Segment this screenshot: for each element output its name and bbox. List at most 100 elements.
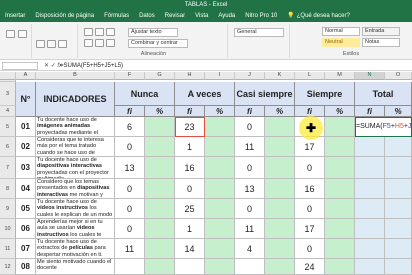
align-bottom-button[interactable] <box>106 28 115 36</box>
indicator-text-cell[interactable]: Considero que los temas presentados en d… <box>36 179 115 199</box>
align-left-button[interactable] <box>84 39 93 47</box>
tab-nitro[interactable]: Nitro Pro 10 <box>240 10 282 22</box>
casi-siempre-fi-cell[interactable]: 13 <box>235 179 265 199</box>
row-header-10[interactable]: 10 <box>0 219 16 239</box>
siempre-pct-cell[interactable] <box>325 117 355 137</box>
row-header-7[interactable]: 7 <box>0 157 16 179</box>
siempre-fi-cell[interactable]: 0 <box>295 239 325 259</box>
name-box[interactable] <box>2 62 38 70</box>
align-middle-button[interactable] <box>95 28 104 36</box>
indicator-text-cell[interactable]: Tu docente hace uso de videos instructiv… <box>36 199 115 219</box>
casi-siempre-pct-cell[interactable] <box>265 239 295 259</box>
a-veces-fi-cell[interactable]: 25 <box>175 199 205 219</box>
bold-button[interactable] <box>36 40 45 48</box>
number-format-select[interactable]: General <box>234 28 284 37</box>
casi-siempre-pct-cell[interactable] <box>265 259 295 275</box>
row-number-cell[interactable]: 02 <box>16 137 36 157</box>
row-number-cell[interactable]: 03 <box>16 157 36 179</box>
a-veces-fi-cell[interactable]: 23 <box>175 117 205 137</box>
nunca-pct-cell[interactable] <box>145 117 175 137</box>
casi-siempre-pct-cell[interactable] <box>265 137 295 157</box>
formula-input[interactable]: =SUMA(F5+H5+J5+L5) <box>60 62 123 70</box>
siempre-fi-cell[interactable]: 16 <box>295 179 325 199</box>
style-neutral[interactable]: Neutral <box>322 38 360 47</box>
casi-siempre-fi-cell[interactable]: 0 <box>235 157 265 179</box>
row-number-cell[interactable]: 05 <box>16 199 36 219</box>
row-header-4[interactable]: 4 <box>0 106 16 117</box>
nunca-pct-cell[interactable] <box>145 157 175 179</box>
siempre-pct-cell[interactable] <box>325 259 355 275</box>
row-number-cell[interactable]: 06 <box>16 219 36 239</box>
tab-datos[interactable]: Datos <box>134 10 160 22</box>
column-header-j[interactable]: J <box>235 72 265 80</box>
style-entry[interactable]: Entrada <box>362 27 400 36</box>
nunca-pct-cell[interactable] <box>145 179 175 199</box>
indicator-text-cell[interactable]: Me siento motivado cuando el docente <box>36 259 115 275</box>
tab-vista[interactable]: Vista <box>190 10 213 22</box>
row-header-5[interactable]: 5 <box>0 117 16 137</box>
column-header-l[interactable]: L <box>295 72 325 80</box>
casi-siempre-pct-cell[interactable] <box>265 179 295 199</box>
column-header-h[interactable]: H <box>175 72 205 80</box>
tab-disposicion[interactable]: Disposición de página <box>30 10 99 22</box>
siempre-pct-cell[interactable] <box>325 219 355 239</box>
a-veces-fi-cell[interactable] <box>175 259 205 275</box>
total-fi-cell[interactable] <box>355 157 385 179</box>
a-veces-fi-cell[interactable]: 14 <box>175 239 205 259</box>
a-veces-fi-cell[interactable]: 1 <box>175 137 205 157</box>
siempre-fi-cell[interactable]: 17 <box>295 137 325 157</box>
column-header-n[interactable]: N <box>355 72 385 80</box>
row-number-cell[interactable]: 07 <box>16 239 36 259</box>
casi-siempre-pct-cell[interactable] <box>265 157 295 179</box>
siempre-pct-cell[interactable] <box>325 137 355 157</box>
font-size-button[interactable] <box>18 30 27 38</box>
casi-siempre-fi-cell[interactable] <box>235 259 265 275</box>
indicator-text-cell[interactable]: Tu docente hace uso de diapositivas inte… <box>36 157 115 179</box>
align-right-button[interactable] <box>106 39 115 47</box>
nunca-pct-cell[interactable] <box>145 259 175 275</box>
style-notes[interactable]: Notas <box>362 38 400 47</box>
nunca-pct-cell[interactable] <box>145 219 175 239</box>
total-fi-cell[interactable] <box>355 199 385 219</box>
merge-center-button[interactable]: Combinar y centrar <box>128 39 188 48</box>
indicator-text-cell[interactable]: Tu docente hace uso de extractos de pelí… <box>36 239 115 259</box>
siempre-pct-cell[interactable] <box>325 179 355 199</box>
tab-revisar[interactable]: Revisar <box>160 10 190 22</box>
a-veces-pct-cell[interactable] <box>205 219 235 239</box>
indicator-text-cell[interactable]: Aprenderías mejor si en tu aula se usarí… <box>36 219 115 239</box>
casi-siempre-fi-cell[interactable]: 0 <box>235 117 265 137</box>
total-pct-cell[interactable] <box>385 259 412 275</box>
siempre-fi-cell[interactable]: 0 <box>295 199 325 219</box>
a-veces-pct-cell[interactable] <box>205 179 235 199</box>
underline-button[interactable] <box>58 40 67 48</box>
siempre-fi-cell[interactable]: 24 <box>295 259 325 275</box>
column-header-a[interactable]: A <box>16 72 36 80</box>
a-veces-pct-cell[interactable] <box>205 137 235 157</box>
row-number-cell[interactable]: 04 <box>16 179 36 199</box>
total-fi-cell[interactable] <box>355 179 385 199</box>
row-header-8[interactable]: 8 <box>0 179 16 199</box>
column-header-f[interactable]: F <box>115 72 145 80</box>
casi-siempre-pct-cell[interactable] <box>265 117 295 137</box>
nunca-pct-cell[interactable] <box>145 199 175 219</box>
a-veces-pct-cell[interactable] <box>205 117 235 137</box>
row-header-6[interactable]: 6 <box>0 137 16 157</box>
nunca-fi-cell[interactable]: 6 <box>115 117 145 137</box>
column-header-m[interactable]: M <box>325 72 355 80</box>
column-header-g[interactable]: G <box>145 72 175 80</box>
total-pct-cell[interactable] <box>385 179 412 199</box>
nunca-fi-cell[interactable]: 0 <box>115 199 145 219</box>
a-veces-fi-cell[interactable]: 1 <box>175 219 205 239</box>
siempre-pct-cell[interactable] <box>325 239 355 259</box>
nunca-fi-cell[interactable] <box>115 259 145 275</box>
siempre-fi-cell[interactable]: 17 <box>295 219 325 239</box>
column-header-k[interactable]: K <box>265 72 295 80</box>
a-veces-pct-cell[interactable] <box>205 157 235 179</box>
a-veces-fi-cell[interactable]: 0 <box>175 179 205 199</box>
nunca-pct-cell[interactable] <box>145 239 175 259</box>
indicator-text-cell[interactable]: Consideras que te interesa más por el te… <box>36 137 115 157</box>
total-pct-cell[interactable] <box>385 157 412 179</box>
nunca-fi-cell[interactable]: 0 <box>115 219 145 239</box>
nunca-fi-cell[interactable]: 13 <box>115 157 145 179</box>
total-pct-cell[interactable] <box>385 219 412 239</box>
